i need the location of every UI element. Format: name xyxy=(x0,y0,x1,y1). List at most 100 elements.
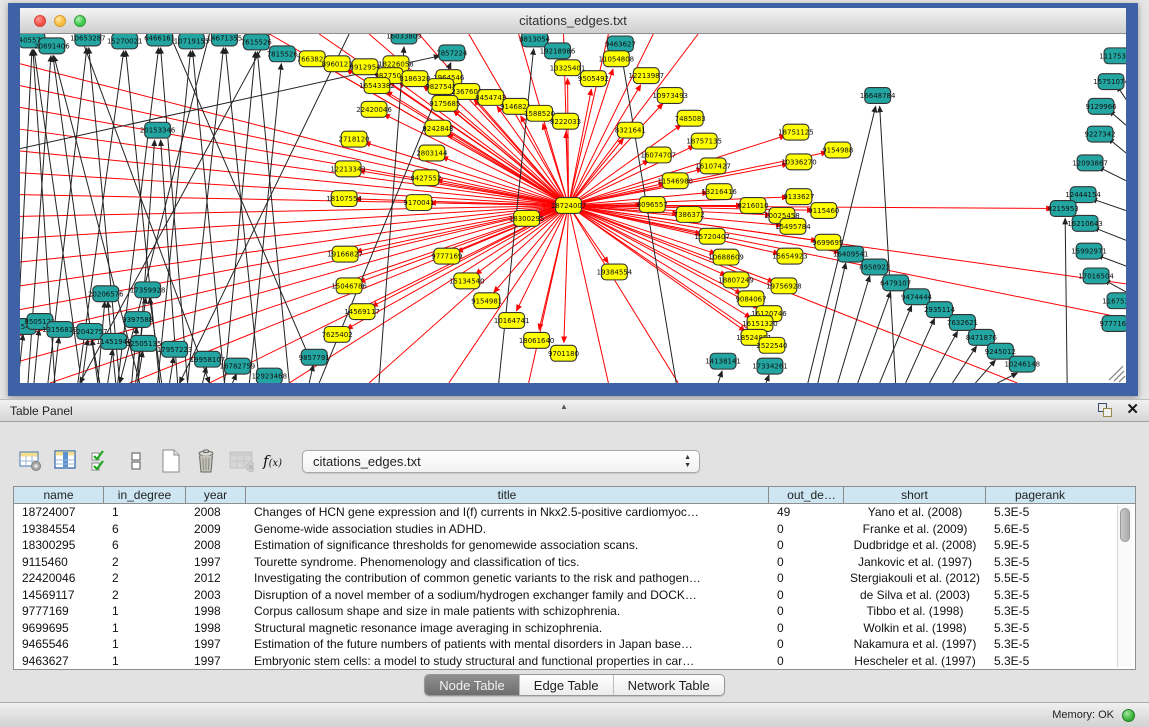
graph-node[interactable]: 9175685 xyxy=(429,95,460,111)
table-cell[interactable]: 2009 xyxy=(186,521,246,538)
table-cell[interactable]: Yano et al. (2008) xyxy=(844,504,986,521)
graph-node[interactable]: 16782759 xyxy=(220,358,255,374)
table-cell[interactable]: 2 xyxy=(104,554,186,571)
graph-node[interactable]: 12213343 xyxy=(330,161,365,177)
graph-node[interactable]: 13216416 xyxy=(701,184,736,200)
graph-node[interactable]: 9463627 xyxy=(605,36,636,52)
table-cell[interactable]: 5.3E-5 xyxy=(986,603,1094,620)
graph-node[interactable]: 19166827 xyxy=(327,246,362,262)
delete-attributes-icon[interactable] xyxy=(193,448,219,474)
table-cell[interactable]: Investigating the contribution of common… xyxy=(246,570,769,587)
graph-node[interactable]: 20153346 xyxy=(140,122,175,138)
graph-node[interactable]: 18300295 xyxy=(509,210,544,226)
graph-node[interactable]: 7485083 xyxy=(675,110,706,126)
table-cell[interactable]: 6 xyxy=(104,537,186,554)
window-resize-grip[interactable] xyxy=(1109,366,1125,382)
tab-node-table[interactable]: Node Table xyxy=(425,675,520,695)
table-cell[interactable]: 9699695 xyxy=(14,620,104,637)
graph-node[interactable]: 19756928 xyxy=(766,278,801,294)
graph-node[interactable]: 9154981 xyxy=(471,293,502,309)
graph-node[interactable]: 8960123 xyxy=(322,56,353,72)
graph-node[interactable]: 20206576 xyxy=(88,286,123,302)
graph-node[interactable]: 13325401 xyxy=(550,60,585,76)
graph-node[interactable]: 9129966 xyxy=(1086,98,1117,114)
table-cell[interactable]: 1997 xyxy=(186,636,246,653)
graph-node[interactable]: 19384554 xyxy=(597,264,633,280)
graph-node[interactable]: 11546980 xyxy=(657,173,692,189)
table-cell[interactable]: 1998 xyxy=(186,620,246,637)
column-header-title[interactable]: title xyxy=(246,487,769,503)
table-row[interactable]: 2242004622012Investigating the contribut… xyxy=(14,570,1135,587)
graph-node[interactable]: 17957223 xyxy=(157,341,192,357)
graph-node[interactable]: 10164741 xyxy=(494,313,529,329)
graph-node[interactable]: 17359928 xyxy=(130,282,165,298)
graph-node[interactable]: 6479107 xyxy=(880,275,911,291)
graph-node[interactable]: 11675314 xyxy=(1102,293,1126,309)
table-cell[interactable]: Disruption of a novel member of a sodium… xyxy=(246,587,769,604)
select-rows-icon[interactable] xyxy=(88,448,114,474)
graph-node[interactable]: 9701180 xyxy=(548,345,579,361)
table-cell[interactable]: Nakamura et al. (1997) xyxy=(844,636,986,653)
splitter-grip-icon[interactable]: ▲ xyxy=(560,396,568,418)
table-row[interactable]: 977716911998Corpus callosum shape and si… xyxy=(14,603,1135,620)
table-cell[interactable]: 1 xyxy=(104,653,186,670)
table-cell[interactable]: 5.5E-5 xyxy=(986,570,1094,587)
graph-node[interactable]: 16107427 xyxy=(695,158,730,174)
table-cell[interactable]: Corpus callosum shape and size in male p… xyxy=(246,603,769,620)
table-cell[interactable]: 1 xyxy=(104,620,186,637)
graph-node[interactable]: 14671355 xyxy=(207,34,242,46)
graph-node[interactable]: 15654923 xyxy=(772,248,807,264)
graph-node[interactable]: 12093867 xyxy=(1072,155,1107,171)
column-header-pagerank[interactable]: pagerank xyxy=(986,487,1094,503)
table-panel-titlebar[interactable]: ▲ Table Panel ✕ xyxy=(0,399,1149,422)
table-cell[interactable]: 9463627 xyxy=(14,653,104,670)
table-row[interactable]: 969969511998Structural magnetic resonanc… xyxy=(14,620,1135,637)
graph-node[interactable]: 16543382 xyxy=(359,78,394,94)
graph-node[interactable]: 8321641 xyxy=(615,122,646,138)
table-vertical-scrollbar[interactable] xyxy=(1117,505,1132,667)
tab-network-table[interactable]: Network Table xyxy=(614,675,724,695)
table-cell[interactable]: Estimation of the future numbers of pati… xyxy=(246,636,769,653)
table-cell[interactable]: 5.3E-5 xyxy=(986,554,1094,571)
table-cell[interactable]: 19384554 xyxy=(14,521,104,538)
table-cell[interactable]: 0 xyxy=(769,587,844,604)
table-cell[interactable]: 0 xyxy=(769,636,844,653)
graph-node[interactable]: 18061640 xyxy=(519,332,554,348)
table-cell[interactable]: 1 xyxy=(104,504,186,521)
graph-node[interactable]: 8215953 xyxy=(1048,201,1079,217)
table-chooser-combobox[interactable]: citations_edges.txt ▲▼ xyxy=(302,450,700,473)
graph-node[interactable]: 10719155 xyxy=(174,34,209,49)
column-header-in_degree[interactable]: in_degree xyxy=(104,487,186,503)
table-cell[interactable]: 9115460 xyxy=(14,554,104,571)
table-row[interactable]: 1456911722003Disruption of a novel membe… xyxy=(14,587,1135,604)
table-row[interactable]: 1872400712008Changes of HCN gene express… xyxy=(14,504,1135,521)
table-row[interactable]: 911546021997Tourette syndrome. Phenomeno… xyxy=(14,554,1135,571)
table-cell[interactable]: 5.6E-5 xyxy=(986,521,1094,538)
graph-node[interactable]: 8427552 xyxy=(410,170,441,186)
graph-node[interactable]: 9170041 xyxy=(403,195,434,211)
graph-node[interactable]: 9777169 xyxy=(1100,316,1126,332)
graph-node[interactable]: 8958923 xyxy=(859,259,890,275)
graph-node[interactable]: 22420046 xyxy=(356,101,391,117)
close-panel-icon[interactable]: ✕ xyxy=(1126,403,1139,417)
graph-node[interactable]: 15751074 xyxy=(1093,74,1126,90)
table-cell[interactable]: 5.3E-5 xyxy=(986,653,1094,670)
table-cell[interactable]: Changes of HCN gene expression and I(f) … xyxy=(246,504,769,521)
graph-node[interactable]: 15046786 xyxy=(331,278,366,294)
graph-node[interactable]: 18724007 xyxy=(551,198,586,214)
tab-edge-table[interactable]: Edge Table xyxy=(520,675,614,695)
graph-node[interactable]: 15720407 xyxy=(694,228,729,244)
graph-node[interactable]: 9115460 xyxy=(808,203,839,219)
network-window-titlebar[interactable]: citations_edges.txt xyxy=(20,8,1126,34)
graph-node[interactable]: 9505492 xyxy=(578,71,609,87)
table-cell[interactable]: 0 xyxy=(769,554,844,571)
table-cell[interactable]: 0 xyxy=(769,653,844,670)
table-cell[interactable]: Tibbo et al. (1998) xyxy=(844,603,986,620)
table-cell[interactable]: 22420046 xyxy=(14,570,104,587)
graph-node[interactable]: 7386372 xyxy=(674,207,705,223)
table-cell[interactable]: Structural magnetic resonance image aver… xyxy=(246,620,769,637)
graph-node[interactable]: 9857791 xyxy=(299,349,330,365)
table-cell[interactable]: 5.3E-5 xyxy=(986,587,1094,604)
table-cell[interactable]: Wolkin et al. (1998) xyxy=(844,620,986,637)
float-panel-icon[interactable] xyxy=(1098,403,1112,417)
